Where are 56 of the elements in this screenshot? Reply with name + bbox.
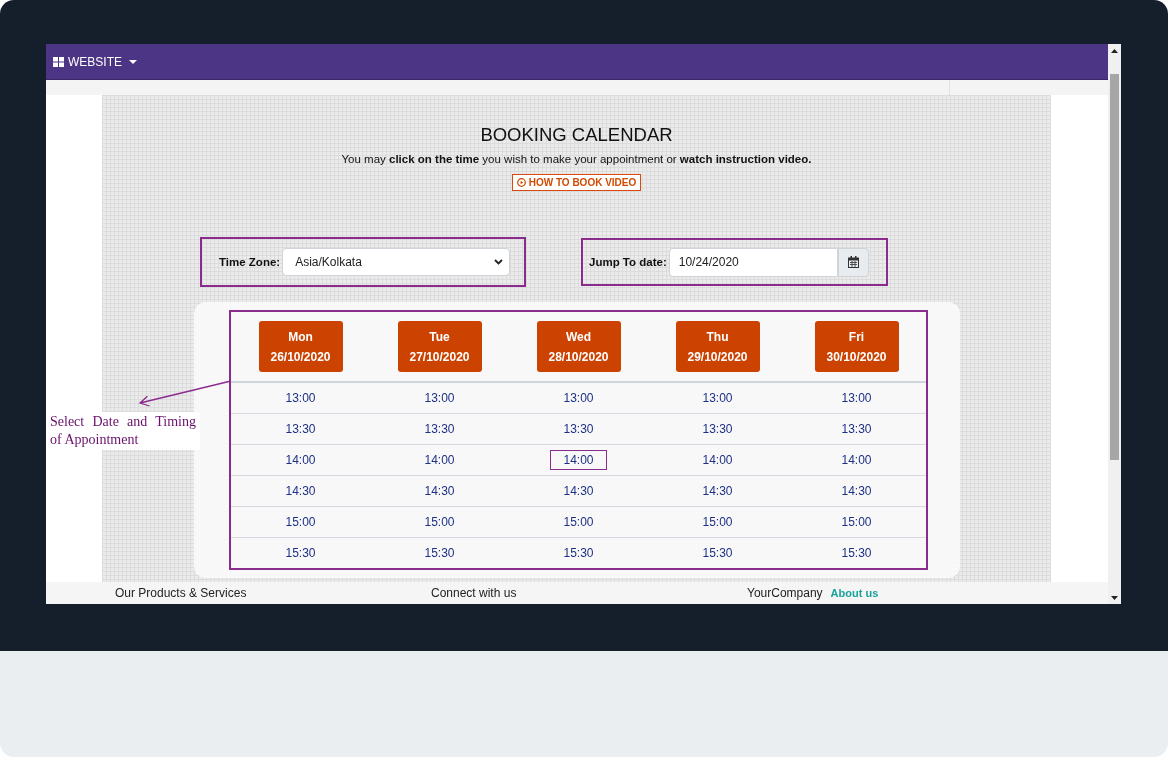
day-header: Fri 30/10/2020 xyxy=(814,321,899,372)
time-slot-link[interactable]: 13:30 xyxy=(550,419,607,439)
scroll-down-arrow-icon[interactable] xyxy=(1111,596,1118,600)
footer-heading: Our Products & Services xyxy=(115,586,247,600)
time-slot-link[interactable]: 14:00 xyxy=(411,450,468,470)
time-slot-link[interactable]: 13:00 xyxy=(828,388,885,408)
time-zone-select[interactable]: Asia/Kolkata xyxy=(282,248,511,276)
time-zone-label: Time Zone: xyxy=(219,255,281,269)
day-header: Mon 26/10/2020 xyxy=(258,321,343,372)
caret-icon xyxy=(129,59,137,64)
scrollbar-thumb[interactable] xyxy=(1110,74,1119,460)
time-slot-link[interactable]: 15:30 xyxy=(272,543,329,563)
annotation-note: Select Date and Timing of Appointment xyxy=(50,413,196,449)
intro-text: You may click on the time you wish to make your appointment or watch instruction video. xyxy=(341,152,812,167)
time-slot-link[interactable]: 13:30 xyxy=(689,419,746,439)
time-slot-link[interactable]: 14:00 xyxy=(550,450,607,470)
time-slot-link[interactable]: 14:00 xyxy=(272,450,329,470)
time-slot-link[interactable]: 13:30 xyxy=(411,419,468,439)
website-menu-button[interactable]: WEBSITE xyxy=(53,54,137,69)
time-slot-link[interactable]: 13:00 xyxy=(272,388,329,408)
time-slot-link[interactable]: 15:00 xyxy=(689,512,746,532)
time-slot-link[interactable]: 15:30 xyxy=(411,543,468,563)
time-slot-link[interactable]: 14:30 xyxy=(411,481,468,501)
grid-icon xyxy=(53,56,64,67)
calendar-icon xyxy=(847,256,859,268)
play-circle-icon xyxy=(516,178,526,187)
page-title: BOOKING CALENDAR xyxy=(480,123,673,146)
date-input-field[interactable]: 10/24/2020 xyxy=(668,247,838,277)
time-slot-link[interactable]: 15:30 xyxy=(550,543,607,563)
time-slot-link[interactable]: 13:30 xyxy=(828,419,885,439)
time-slot-link[interactable]: 13:00 xyxy=(411,388,468,408)
time-slot-link[interactable]: 13:00 xyxy=(550,388,607,408)
scroll-up-arrow-icon[interactable] xyxy=(1111,49,1118,53)
video-button[interactable]: HOW TO BOOK VIDEO xyxy=(511,174,642,191)
time-slot-link[interactable]: 15:00 xyxy=(550,512,607,532)
day-header: Wed 28/10/2020 xyxy=(536,321,621,372)
time-slot-link[interactable]: 13:30 xyxy=(272,419,329,439)
time-slot-link[interactable]: 14:00 xyxy=(689,450,746,470)
jump-to-date-label: Jump To date: xyxy=(589,255,667,269)
time-slot-link[interactable]: 15:30 xyxy=(828,543,885,563)
time-slot-link[interactable]: 15:00 xyxy=(272,512,329,532)
time-slot-link[interactable]: 14:30 xyxy=(550,481,607,501)
time-slot-link[interactable]: 13:00 xyxy=(689,388,746,408)
time-slot-link[interactable]: 15:00 xyxy=(411,512,468,532)
footer-heading: Connect with us xyxy=(431,586,517,600)
time-slot-link[interactable]: 14:00 xyxy=(828,450,885,470)
chevron-down-icon xyxy=(494,259,504,265)
time-slot-link[interactable]: 14:30 xyxy=(272,481,329,501)
time-slot-link[interactable]: 14:30 xyxy=(828,481,885,501)
calendar-button[interactable] xyxy=(837,247,869,277)
day-header: Tue 27/10/2020 xyxy=(397,321,482,372)
day-header: Thu 29/10/2020 xyxy=(675,321,760,372)
time-slot-link[interactable]: 14:30 xyxy=(689,481,746,501)
time-slot-link[interactable]: 15:30 xyxy=(689,543,746,563)
time-slot-link[interactable]: 15:00 xyxy=(828,512,885,532)
footer-heading: YourCompany xyxy=(747,586,823,600)
